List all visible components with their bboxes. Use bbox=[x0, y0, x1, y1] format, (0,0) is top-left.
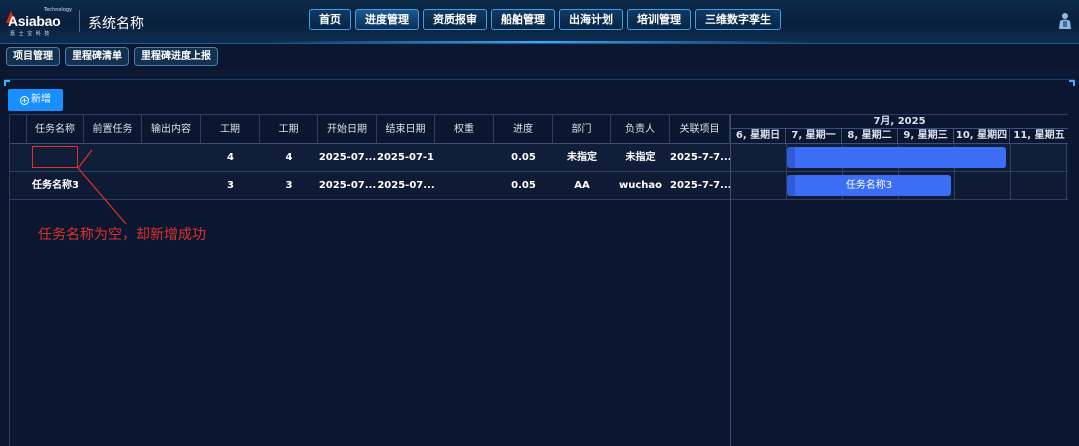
cell-duration-1: 3 bbox=[227, 180, 234, 191]
nav-item-home[interactable]: 首页 bbox=[309, 9, 351, 30]
cell-start-date: 2025-07... bbox=[318, 152, 377, 163]
gantt-grid: 任务名称 前置任务 输出内容 工期 工期 开始日期 结束日期 权重 进度 部门 … bbox=[9, 114, 1068, 446]
logo-sub: 嘉 士 宝 科 技 bbox=[10, 31, 51, 37]
cell-department: 未指定 bbox=[567, 152, 597, 163]
table-row[interactable]: 4 4 2025-07... 2025-07-11 0.05 未指定 未指定 2… bbox=[10, 144, 730, 172]
gantt-day: 11, 星期五 bbox=[1010, 128, 1068, 144]
col-output[interactable]: 输出内容 bbox=[142, 115, 201, 144]
col-weight[interactable]: 权重 bbox=[435, 115, 494, 144]
cell-start-date: 2025-07... bbox=[318, 180, 377, 191]
annotation-text: 任务名称为空，却新增成功 bbox=[38, 227, 206, 243]
col-end-date[interactable]: 结束日期 bbox=[377, 115, 435, 144]
cell-duration-2: 4 bbox=[285, 152, 293, 163]
col-duration-1[interactable]: 工期 bbox=[201, 115, 260, 144]
cell-duration-2: 3 bbox=[285, 180, 293, 191]
subnav-project-manage[interactable]: 项目管理 bbox=[6, 47, 60, 66]
gantt-day: 8, 星期二 bbox=[842, 128, 898, 144]
top-bar: Technology Asiabao 嘉 士 宝 科 技 系统名称 首页 进度管… bbox=[0, 0, 1079, 44]
table-header: 任务名称 前置任务 输出内容 工期 工期 开始日期 结束日期 权重 进度 部门 … bbox=[10, 114, 730, 144]
gantt-month: 7月, 2025 bbox=[731, 114, 1068, 128]
gantt-chart: 7月, 2025 6, 星期日 7, 星期一 8, 星期二 9, 星期三 10,… bbox=[731, 114, 1068, 446]
col-start-date[interactable]: 开始日期 bbox=[318, 115, 377, 144]
nav-item-digital-twin[interactable]: 三维数字孪生 bbox=[695, 9, 781, 30]
header-divider bbox=[79, 10, 80, 32]
subnav-milestone-report[interactable]: 里程碑进度上报 bbox=[134, 47, 218, 66]
gantt-day: 7, 星期一 bbox=[786, 128, 842, 144]
cell-duration-1: 4 bbox=[227, 152, 234, 163]
company-logo: Technology Asiabao 嘉 士 宝 科 技 bbox=[6, 6, 72, 37]
gantt-day: 6, 星期日 bbox=[731, 128, 786, 144]
cell-progress: 0.05 bbox=[511, 152, 536, 163]
cell-owner: wuchao bbox=[618, 180, 663, 191]
cell-department: AA bbox=[574, 180, 590, 191]
col-project[interactable]: 关联项目 bbox=[670, 115, 730, 144]
panel-corner bbox=[4, 80, 10, 86]
cell-task-name: 任务名称3 bbox=[32, 180, 79, 191]
gantt-task-bar[interactable] bbox=[787, 147, 1006, 168]
cell-project: 2025-7-7... bbox=[670, 180, 730, 191]
sub-nav: 项目管理 里程碑清单 里程碑进度上报 bbox=[6, 47, 218, 66]
nav-item-ship[interactable]: 船舶管理 bbox=[491, 9, 555, 30]
system-name: 系统名称 bbox=[88, 16, 144, 32]
nav-item-sea-plan[interactable]: 出海计划 bbox=[559, 9, 623, 30]
header-spacer bbox=[10, 115, 27, 144]
col-predecessor[interactable]: 前置任务 bbox=[84, 115, 142, 144]
plus-circle-icon: + bbox=[20, 96, 29, 105]
gantt-task-bar[interactable]: 任务名称3 bbox=[787, 175, 951, 196]
panel-corner bbox=[1069, 80, 1075, 86]
gantt-gridline bbox=[1066, 144, 1067, 200]
main-nav: 首页 进度管理 资质报审 船舶管理 出海计划 培训管理 三维数字孪生 bbox=[309, 9, 781, 30]
col-owner[interactable]: 负责人 bbox=[611, 115, 670, 144]
col-progress[interactable]: 进度 bbox=[494, 115, 553, 144]
table-row[interactable]: 任务名称3 3 3 2025-07... 2025-07... 0.05 AA … bbox=[10, 172, 730, 200]
user-icon[interactable] bbox=[1058, 12, 1072, 30]
logo-brand: Asiabao bbox=[8, 13, 61, 29]
add-button-label: 新增 bbox=[31, 94, 51, 105]
cell-end-date: 2025-07-11 bbox=[377, 152, 435, 163]
gantt-day: 9, 星期三 bbox=[898, 128, 954, 144]
bar-progress-handle[interactable] bbox=[787, 147, 795, 168]
cell-owner: 未指定 bbox=[625, 152, 656, 163]
cell-end-date: 2025-07... bbox=[377, 180, 435, 191]
cell-progress: 0.05 bbox=[511, 180, 536, 191]
nav-item-qualification[interactable]: 资质报审 bbox=[423, 9, 487, 30]
cell-project: 2025-7-7... bbox=[670, 152, 730, 163]
col-task-name[interactable]: 任务名称 bbox=[27, 115, 84, 144]
subnav-milestone-list[interactable]: 里程碑清单 bbox=[65, 47, 129, 66]
gantt-day: 10, 星期四 bbox=[954, 128, 1010, 144]
gantt-gridline bbox=[1010, 144, 1011, 200]
col-duration-2[interactable]: 工期 bbox=[260, 115, 318, 144]
nav-item-training[interactable]: 培训管理 bbox=[627, 9, 691, 30]
add-button[interactable]: + 新增 bbox=[8, 89, 63, 111]
bar-label: 任务名称3 bbox=[845, 180, 893, 191]
annotation-highlight-box bbox=[32, 146, 78, 168]
bar-progress-handle[interactable] bbox=[787, 175, 795, 196]
col-department[interactable]: 部门 bbox=[553, 115, 611, 144]
nav-item-progress[interactable]: 进度管理 bbox=[355, 9, 419, 30]
